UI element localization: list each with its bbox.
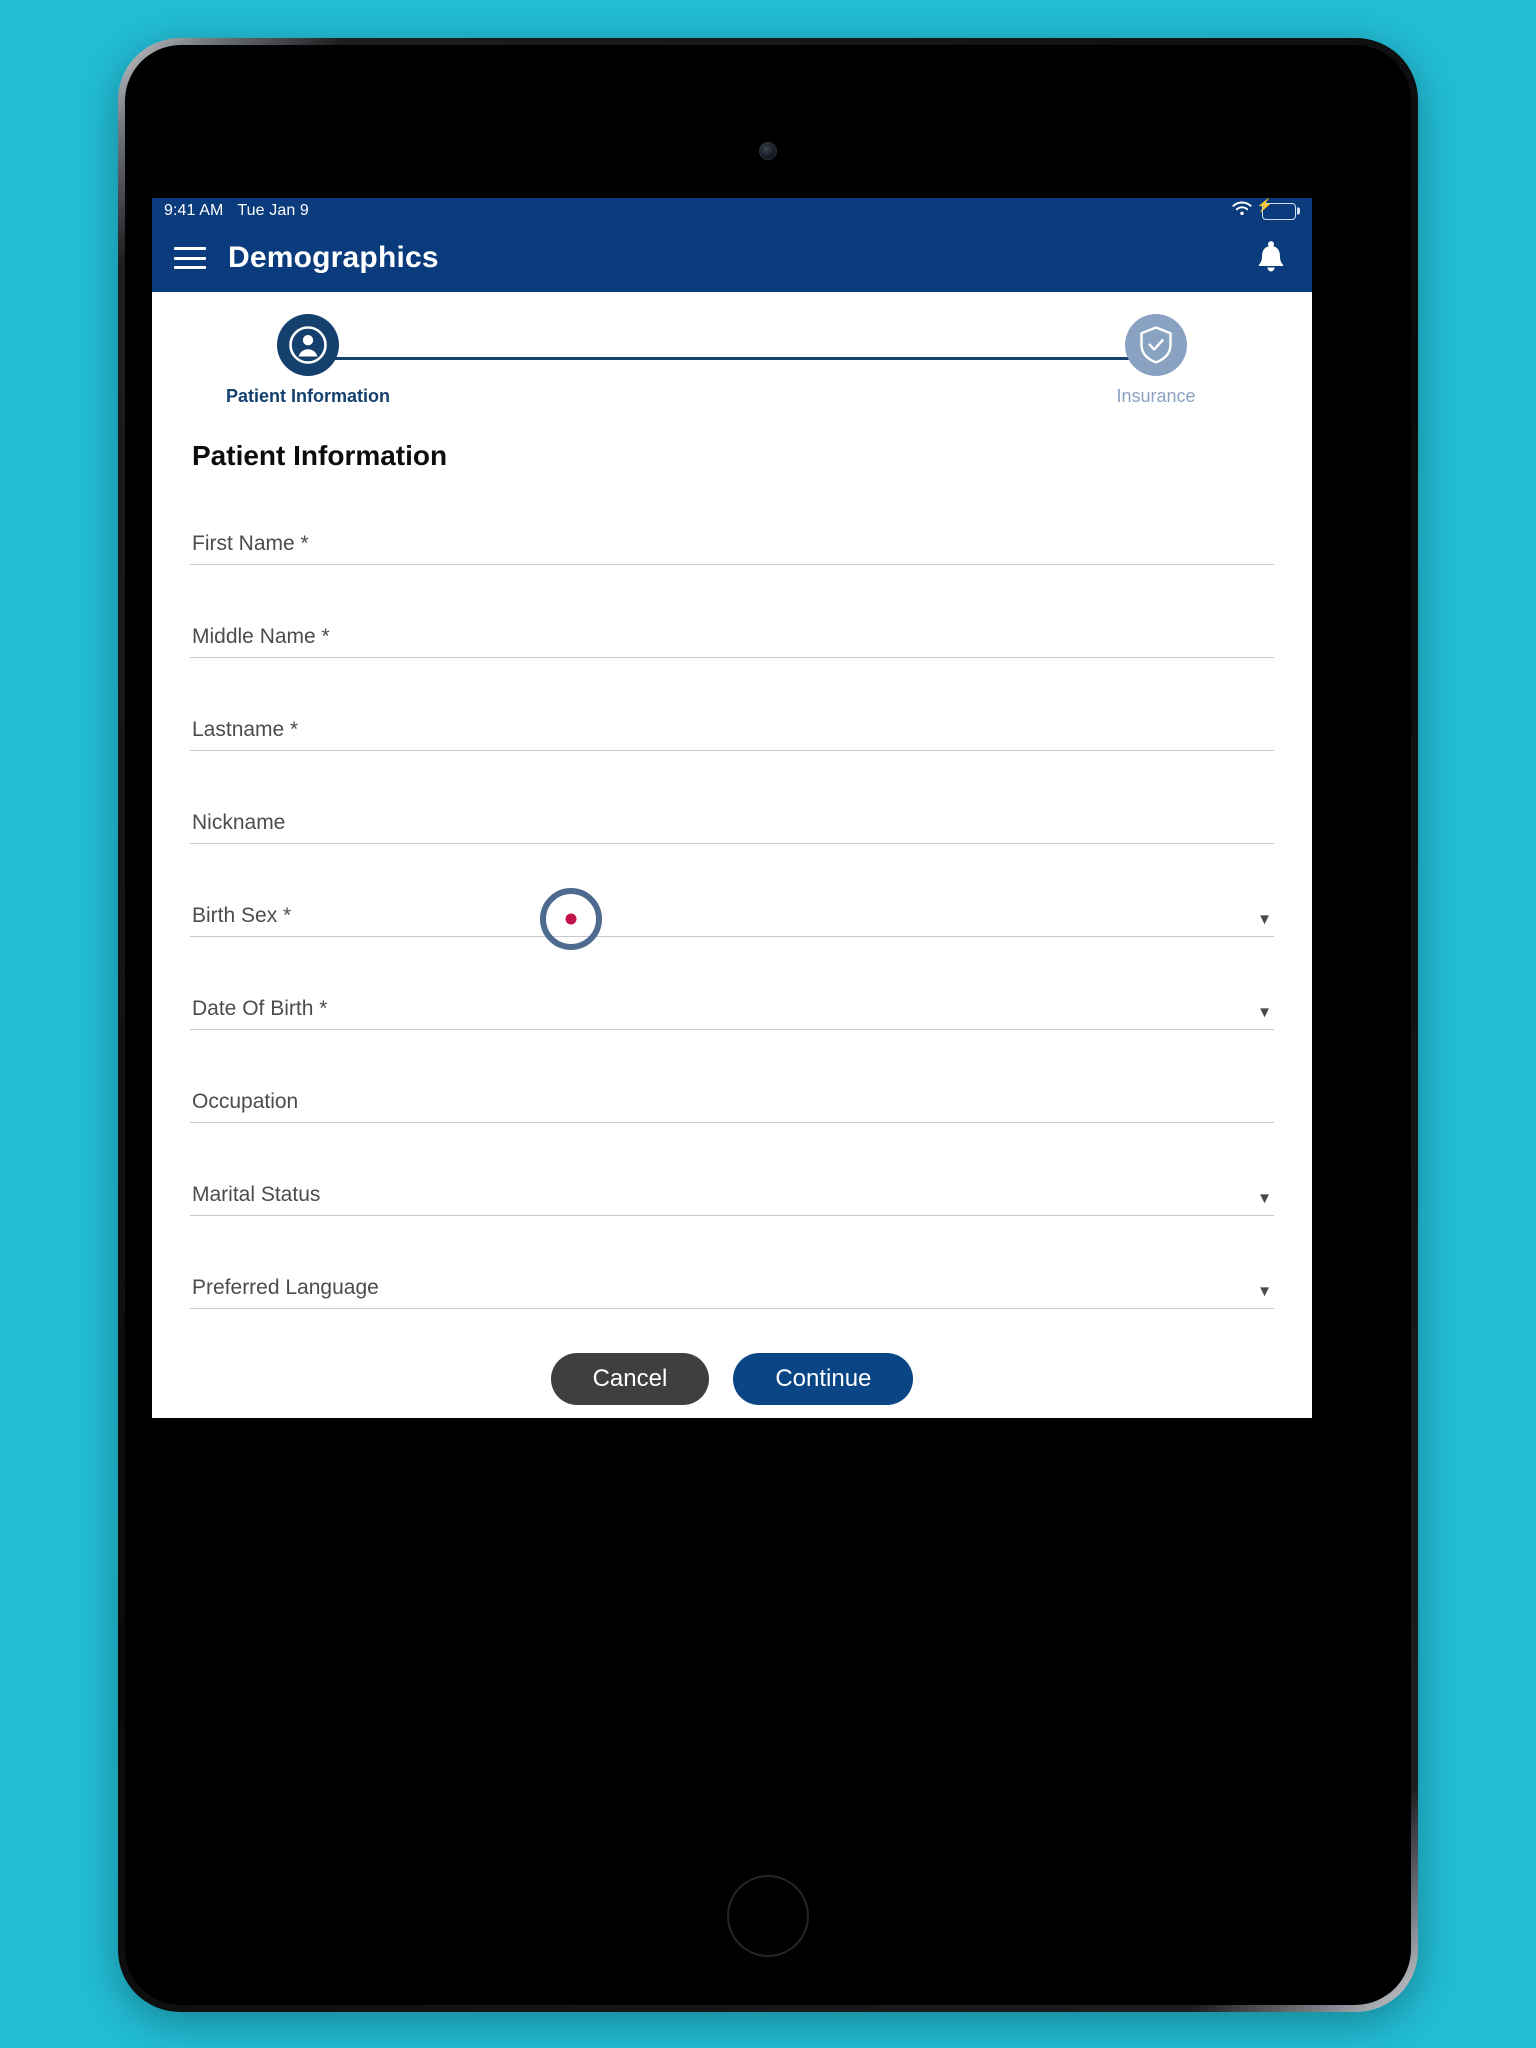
field-first-name[interactable]: First Name * bbox=[190, 472, 1274, 565]
field-label-occupation: Occupation bbox=[192, 1090, 299, 1113]
stepper-label-patient-information: Patient Information bbox=[225, 386, 390, 406]
status-time: 9:41 AM bbox=[164, 202, 224, 219]
field-birth-sex[interactable]: Birth Sex * ▼ bbox=[190, 844, 1274, 937]
field-label-marital-status: Marital Status bbox=[192, 1183, 321, 1206]
field-label-birth-sex: Birth Sex * bbox=[192, 904, 292, 927]
form-scroll-region[interactable]: Patient Information Insurance Patient In… bbox=[152, 292, 1312, 1340]
form-footer-actions: Cancel Continue bbox=[152, 1340, 1312, 1418]
stepper-step-patient-information[interactable]: Patient Information bbox=[208, 308, 408, 407]
app-bar-left: Demographics bbox=[174, 241, 439, 275]
field-label-preferred-language: Preferred Language bbox=[192, 1276, 379, 1299]
user-circle-icon bbox=[277, 314, 339, 376]
bell-icon[interactable] bbox=[1254, 239, 1288, 277]
charging-bolt-icon: ⚡ bbox=[1256, 198, 1273, 213]
field-preferred-language[interactable]: Preferred Language ▼ bbox=[190, 1216, 1274, 1309]
stepper-label-insurance: Insurance bbox=[1116, 386, 1196, 406]
field-lastname[interactable]: Lastname * bbox=[190, 658, 1274, 751]
field-label-middle-name: Middle Name * bbox=[192, 625, 330, 648]
continue-button[interactable]: Continue bbox=[733, 1352, 914, 1406]
stepper-connector-line bbox=[308, 357, 1156, 360]
field-nickname[interactable]: Nickname bbox=[190, 751, 1274, 844]
field-label-first-name: First Name * bbox=[192, 532, 309, 555]
field-middle-name[interactable]: Middle Name * bbox=[190, 565, 1274, 658]
status-bar-right: ⚡ bbox=[1231, 199, 1296, 222]
wifi-icon bbox=[1231, 200, 1253, 222]
section-heading-patient-information: Patient Information bbox=[192, 440, 448, 471]
app-bar: Demographics bbox=[152, 224, 1312, 292]
tablet-device-frame: 9:41 AM Tue Jan 9 ⚡ Demographics Patient… bbox=[118, 38, 1418, 2012]
status-date: Tue Jan 9 bbox=[237, 202, 309, 219]
field-date-of-birth[interactable]: Date Of Birth * ▼ bbox=[190, 937, 1274, 1030]
battery-charging-icon: ⚡ bbox=[1257, 199, 1296, 220]
app-screen: 9:41 AM Tue Jan 9 ⚡ Demographics Patient… bbox=[152, 198, 1312, 1418]
status-bar: 9:41 AM Tue Jan 9 ⚡ bbox=[152, 198, 1312, 224]
hamburger-menu-icon[interactable] bbox=[174, 247, 206, 269]
chevron-down-icon: ▼ bbox=[1257, 1004, 1272, 1021]
chevron-down-icon: ▼ bbox=[1257, 911, 1272, 928]
chevron-down-icon: ▼ bbox=[1257, 1190, 1272, 1207]
cancel-button[interactable]: Cancel bbox=[550, 1352, 710, 1406]
field-marital-status[interactable]: Marital Status ▼ bbox=[190, 1123, 1274, 1216]
home-button[interactable] bbox=[727, 1875, 809, 1957]
field-label-lastname: Lastname * bbox=[192, 718, 299, 741]
field-race[interactable]: Race ▼ bbox=[190, 1309, 1274, 1340]
field-label-date-of-birth: Date Of Birth * bbox=[192, 997, 328, 1020]
shield-check-icon bbox=[1125, 314, 1187, 376]
chevron-down-icon: ▼ bbox=[1257, 1283, 1272, 1300]
progress-stepper: Patient Information Insurance bbox=[190, 308, 1274, 426]
status-bar-left: 9:41 AM Tue Jan 9 bbox=[164, 202, 309, 220]
page-title: Demographics bbox=[228, 241, 439, 274]
front-camera-icon bbox=[759, 142, 777, 160]
stepper-step-insurance[interactable]: Insurance bbox=[1056, 308, 1256, 407]
field-occupation[interactable]: Occupation bbox=[190, 1030, 1274, 1123]
tablet-bezel: 9:41 AM Tue Jan 9 ⚡ Demographics Patient… bbox=[125, 45, 1411, 2005]
field-label-nickname: Nickname bbox=[192, 811, 286, 834]
